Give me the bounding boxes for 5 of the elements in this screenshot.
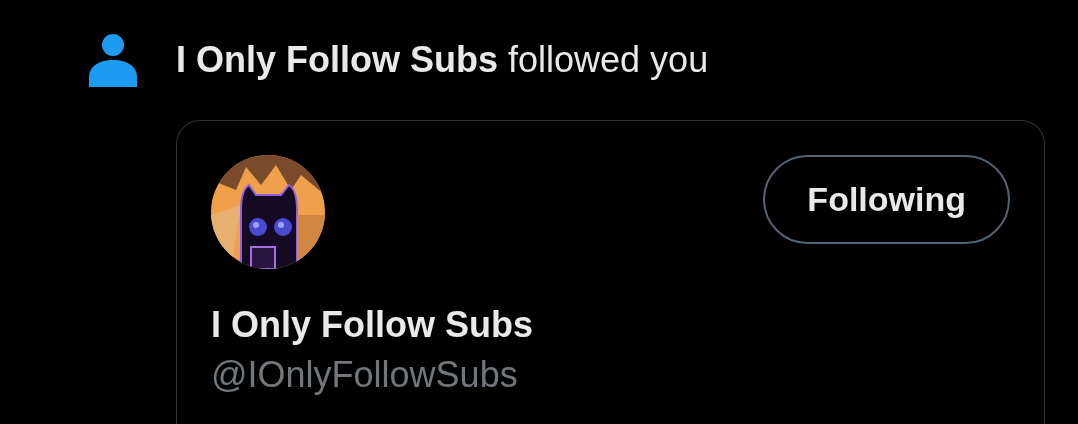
notification-text: I Only Follow Subs followed you	[176, 39, 709, 81]
person-icon	[88, 33, 138, 87]
profile-name: I Only Follow Subs	[211, 303, 534, 347]
following-button[interactable]: Following	[763, 155, 1010, 244]
profile-handle: @IOnlyFollowSubs	[211, 353, 519, 397]
